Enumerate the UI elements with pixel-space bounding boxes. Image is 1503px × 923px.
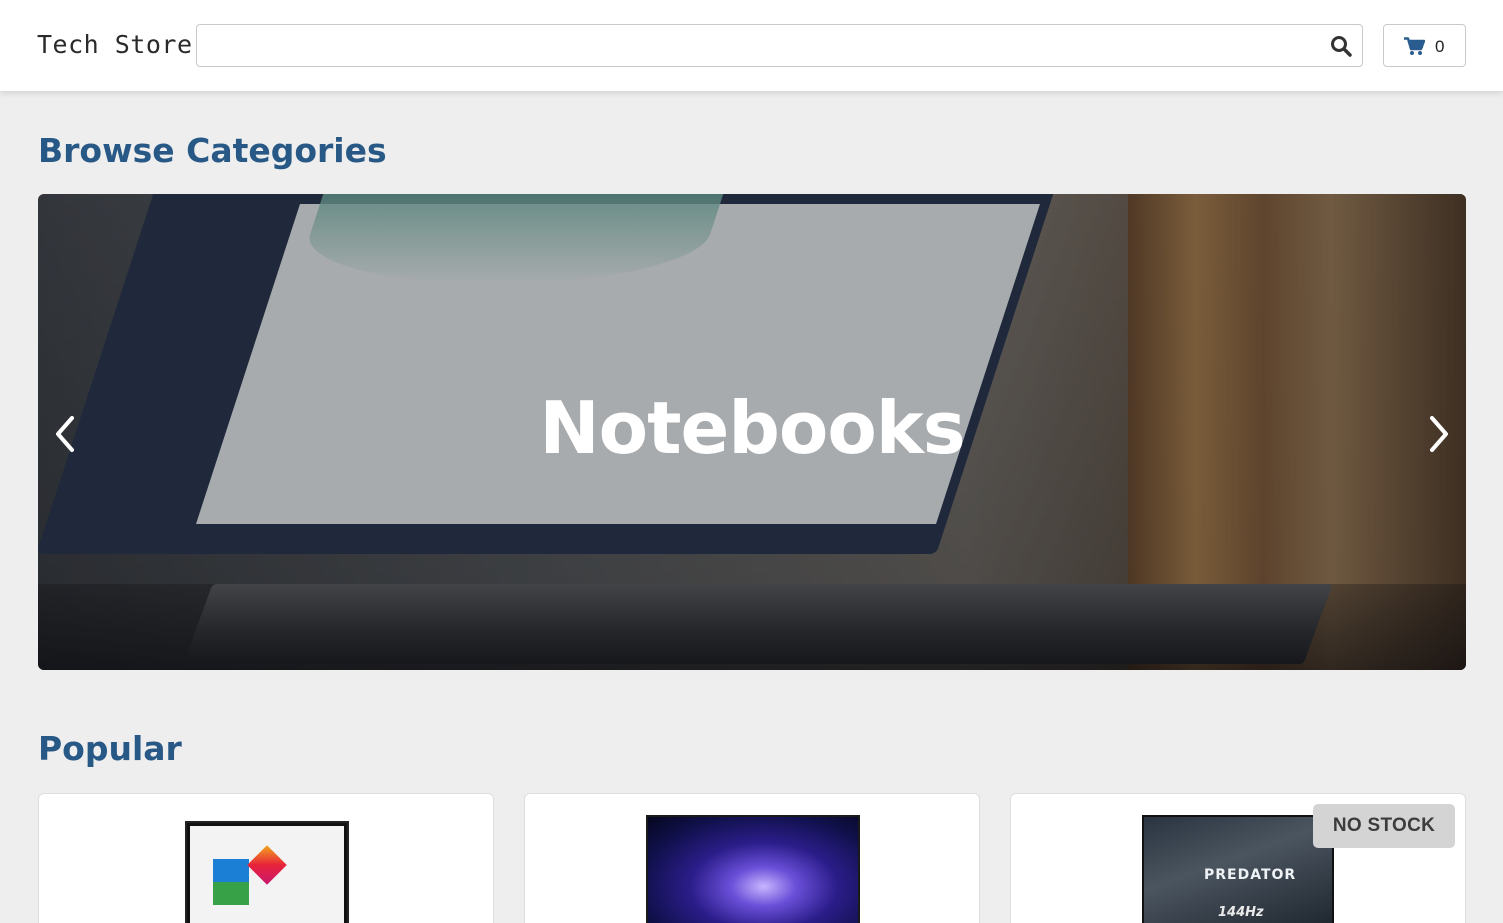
browse-categories-heading: Browse Categories: [38, 131, 387, 170]
product-image[interactable]: [646, 815, 860, 923]
search-icon[interactable]: [1330, 35, 1352, 57]
cart-button[interactable]: 0: [1383, 24, 1466, 67]
refresh-rate-text: 144Hz: [1218, 905, 1264, 920]
chevron-left-icon[interactable]: [48, 412, 84, 456]
brand-logo[interactable]: Tech Store: [37, 30, 193, 59]
cart-count: 0: [1435, 37, 1445, 56]
popular-heading: Popular: [38, 729, 182, 768]
chevron-right-icon[interactable]: [1420, 412, 1456, 456]
product-card[interactable]: [524, 793, 980, 923]
product-card[interactable]: [38, 793, 494, 923]
product-image[interactable]: [185, 821, 349, 923]
predator-logo-text: PREDATOR: [1204, 867, 1297, 883]
search-input[interactable]: [197, 25, 1307, 66]
no-stock-badge: NO STOCK: [1313, 804, 1455, 848]
product-card[interactable]: PREDATOR 144Hz NO STOCK: [1010, 793, 1466, 923]
site-header: Tech Store 0: [0, 0, 1503, 91]
category-carousel[interactable]: Notebooks: [38, 194, 1466, 670]
carousel-category-label[interactable]: Notebooks: [38, 388, 1466, 468]
cart-icon: [1404, 37, 1425, 55]
product-image[interactable]: PREDATOR 144Hz: [1142, 815, 1334, 923]
search-bar: [196, 24, 1363, 67]
